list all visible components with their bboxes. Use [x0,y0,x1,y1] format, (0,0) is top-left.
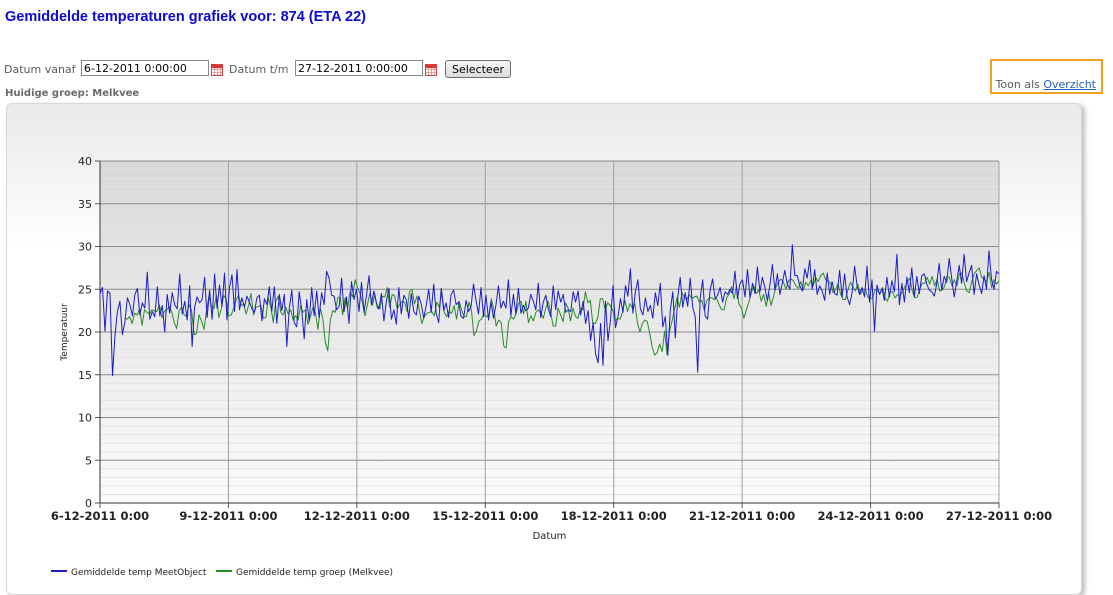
x-tick-label: 6-12-2011 0:00 [51,509,149,523]
date-from-input[interactable] [81,60,209,76]
x-tick-label: 27-12-2011 0:00 [946,509,1052,523]
y-tick-label: 35 [78,198,92,211]
y-tick-label: 10 [78,412,92,425]
date-to-input[interactable] [295,60,423,76]
select-button[interactable]: Selecteer [445,60,511,78]
y-tick-label: 25 [78,283,92,296]
view-toggle: Toon als Overzicht [996,78,1096,91]
x-tick-label: 24-12-2011 0:00 [817,509,923,523]
x-axis-title: Datum [533,531,567,542]
page-title: Gemiddelde temperaturen grafiek voor: 87… [5,9,366,25]
date-filter-row: Datum vanaf Datum t/m Selecteer [4,60,604,78]
y-tick-label: 5 [85,454,92,467]
y-tick-label: 30 [78,241,92,254]
y-tick-label: 40 [78,155,92,168]
date-to-label: Datum t/m [229,63,289,76]
current-group-label: Huidige groep: Melkvee [5,88,140,99]
x-tick-label: 18-12-2011 0:00 [561,509,667,523]
x-tick-label: 9-12-2011 0:00 [179,509,277,523]
calendar-icon[interactable] [425,64,437,76]
view-toggle-box: Toon als Overzicht [990,59,1103,94]
y-axis-title: Temperatuur [60,303,70,362]
legend-label: Gemiddelde temp MeetObject [71,568,207,578]
chart-panel: 0 5 10 15 20 25 30 35 40 6-12-2011 0:00 9-12-2011 … [6,103,1082,595]
y-tick-label: 15 [78,369,92,382]
x-tick-label: 21-12-2011 0:00 [689,509,795,523]
x-tick-label: 15-12-2011 0:00 [432,509,538,523]
calendar-icon[interactable] [211,64,223,76]
view-toggle-label: Toon als [995,78,1040,91]
y-tick-label: 20 [78,326,92,339]
overzicht-link[interactable]: Overzicht [1043,78,1096,91]
temperature-chart: 05101520253035406-12-2011 0:00 9-12-2011 … [51,155,1052,578]
date-from-label: Datum vanaf [4,63,76,76]
legend-label: Gemiddelde temp groep (Melkvee) [236,568,393,578]
x-tick-label: 12-12-2011 0:00 [304,509,410,523]
